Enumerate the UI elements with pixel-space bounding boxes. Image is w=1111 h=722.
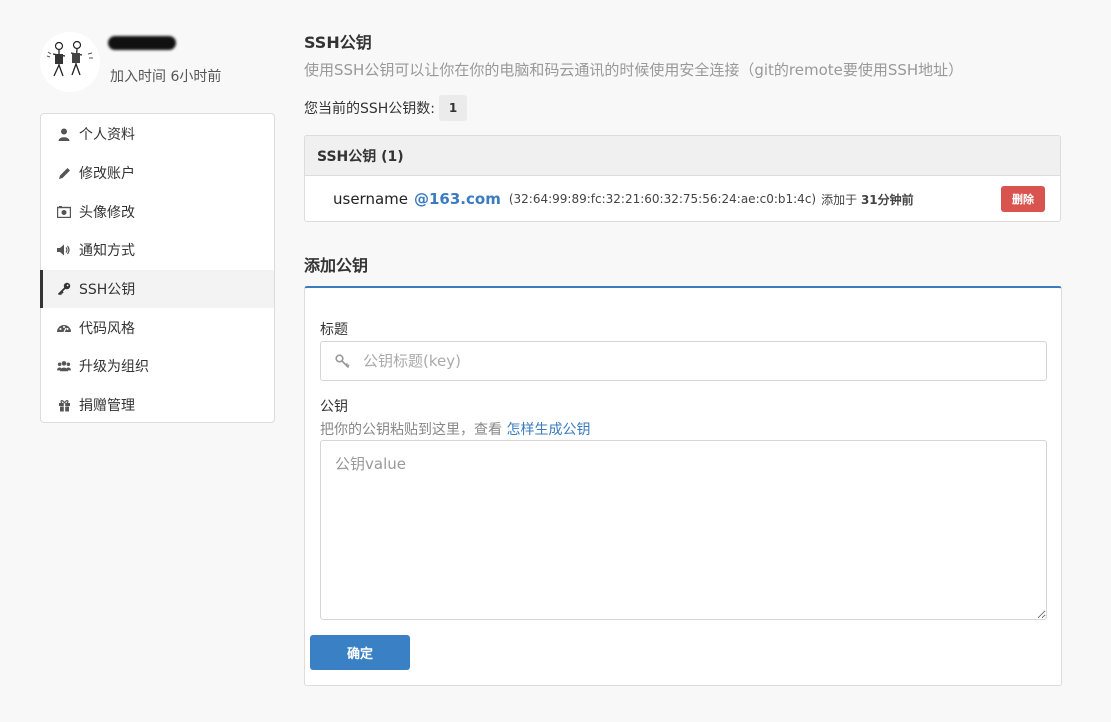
- page-description: 使用SSH公钥可以让你在你的电脑和码云通讯的时候使用安全连接（git的remot…: [304, 61, 964, 79]
- volume-icon: [57, 243, 71, 257]
- key-help-text: 把你的公钥粘贴到这里，查看 怎样生成公钥: [320, 419, 590, 439]
- palette-icon: [57, 321, 71, 335]
- ssh-keys-panel: SSH公钥 (1) username @163.com (32:64:99:89…: [304, 135, 1061, 222]
- key-owner: username: [333, 190, 408, 208]
- username-redacted: username: [108, 36, 176, 50]
- key-label: 公钥: [320, 399, 348, 415]
- sidebar-item-label: 个人资料: [79, 127, 135, 144]
- pencil-icon: [57, 166, 71, 180]
- sidebar-item-profile[interactable]: 个人资料: [41, 115, 274, 154]
- camera-icon: [57, 205, 71, 219]
- key-icon: [335, 353, 351, 369]
- page-title: SSH公钥: [304, 33, 372, 52]
- key-fingerprint: (32:64:99:89:fc:32:21:60:32:75:56:24:ae:…: [508, 192, 817, 206]
- submit-button[interactable]: 确定: [310, 635, 410, 670]
- sidebar-item-ssh-keys[interactable]: SSH公钥: [40, 269, 274, 309]
- sidebar-item-donations[interactable]: 捐赠管理: [41, 386, 274, 425]
- title-field[interactable]: [320, 341, 1047, 381]
- sidebar-item-code-style[interactable]: 代码风格: [41, 308, 274, 347]
- add-key-title: 添加公钥: [304, 256, 369, 275]
- key-added-prefix: 添加于: [821, 192, 858, 207]
- sidebar-item-account[interactable]: 修改账户: [41, 154, 274, 193]
- key-value-textarea[interactable]: [320, 440, 1047, 620]
- sidebar-item-label: 通知方式: [79, 243, 135, 260]
- sidebar-item-label: 升级为组织: [79, 359, 149, 376]
- avatar[interactable]: [40, 32, 100, 92]
- key-owner-domain: @163.com: [414, 190, 501, 208]
- key-added-value: 31分钟前: [860, 192, 914, 207]
- gift-icon: [57, 398, 71, 412]
- add-key-form: 标题 公钥 把你的公钥粘贴到这里，查看 怎样生成公钥 确定: [304, 286, 1062, 686]
- sidebar-item-label: 代码风格: [79, 320, 135, 337]
- settings-sidebar: 个人资料 修改账户 头像修改 通知方式 SSH公钥 代码风格 升级为组织 捐赠管…: [40, 113, 275, 423]
- sidebar-item-avatar[interactable]: 头像修改: [41, 192, 274, 231]
- delete-key-button[interactable]: 删除: [1001, 186, 1045, 212]
- title-label: 标题: [320, 322, 348, 338]
- sidebar-item-upgrade-org[interactable]: 升级为组织: [41, 347, 274, 386]
- sidebar-item-label: 头像修改: [79, 204, 135, 221]
- user-icon: [57, 127, 71, 141]
- how-to-generate-key-link[interactable]: 怎样生成公钥: [506, 422, 590, 438]
- profile-card: username 加入时间 6小时前: [40, 30, 280, 92]
- avatar-sketch-icon: [40, 32, 100, 92]
- sidebar-item-label: 修改账户: [79, 166, 135, 183]
- group-icon: [57, 359, 71, 373]
- joined-time: 加入时间 6小时前: [110, 69, 222, 85]
- key-icon: [57, 282, 71, 296]
- sidebar-item-label: 捐赠管理: [79, 398, 135, 415]
- count-badge: 1: [439, 95, 468, 121]
- key-help-prefix: 把你的公钥粘贴到这里，查看: [320, 422, 502, 438]
- ssh-key-count: 您当前的SSH公钥数: 1: [304, 95, 468, 121]
- key-title-input[interactable]: [363, 352, 1013, 370]
- ssh-keys-panel-header: SSH公钥 (1): [305, 136, 1060, 176]
- key-added-time: 添加于 31分钟前: [821, 191, 914, 208]
- sidebar-item-label: SSH公钥: [79, 282, 136, 299]
- list-item: username @163.com (32:64:99:89:fc:32:21:…: [305, 176, 1060, 221]
- sidebar-item-notifications[interactable]: 通知方式: [41, 231, 274, 270]
- count-label: 您当前的SSH公钥数:: [304, 101, 436, 117]
